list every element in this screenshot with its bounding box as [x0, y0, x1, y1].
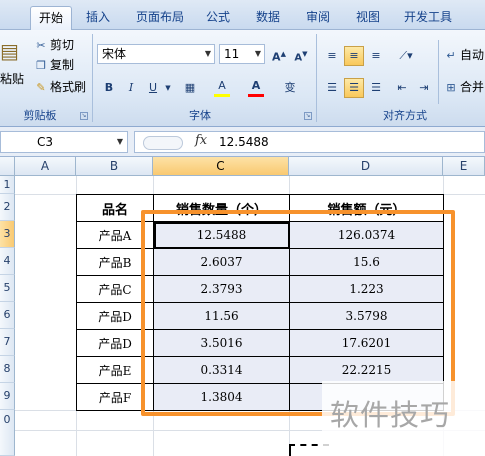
- select-all-corner[interactable]: [0, 157, 15, 176]
- ribbon: ▤ 粘贴 ✂ 剪切 ❐ 复制 ✎ 格式刷 剪贴板 ↘ 宋体 ▼ 11 ▼ A▲ A▼ B …: [0, 30, 485, 127]
- name-box-value: C3: [37, 135, 54, 149]
- row-header[interactable]: 7: [0, 329, 15, 356]
- merge-center-button[interactable]: ⊞ 合并: [444, 78, 484, 97]
- align-middle-icon[interactable]: ≡: [344, 46, 364, 66]
- tab-review[interactable]: 审阅: [298, 6, 338, 30]
- group-divider: [316, 34, 317, 122]
- row-header[interactable]: 0: [0, 410, 15, 456]
- format-painter-label: 格式刷: [50, 80, 87, 94]
- align-center-icon[interactable]: ☰: [344, 78, 364, 98]
- row-header[interactable]: 3: [0, 221, 15, 248]
- font-color-button[interactable]: A: [246, 76, 266, 96]
- bold-button[interactable]: B: [99, 78, 119, 98]
- row-header[interactable]: 8: [0, 356, 15, 383]
- font-size-value: 11: [224, 47, 240, 61]
- font-launcher-icon[interactable]: ↘: [304, 112, 312, 120]
- format-painter-button[interactable]: ✎ 格式刷: [34, 78, 86, 97]
- row-header[interactable]: 9: [0, 383, 15, 410]
- group-divider: [438, 40, 439, 104]
- borders-icon[interactable]: ▦: [180, 78, 200, 98]
- scissors-icon: ✂: [36, 39, 46, 52]
- tab-insert[interactable]: 插入: [78, 6, 118, 30]
- formula-resize-handle[interactable]: [143, 136, 183, 150]
- formula-input-area[interactable]: fx 12.5488: [134, 131, 485, 153]
- tab-home[interactable]: 开始: [30, 6, 72, 30]
- grow-font-button[interactable]: A▲: [269, 44, 289, 64]
- wrap-text-label: 自动: [460, 48, 485, 62]
- tab-page-layout[interactable]: 页面布局: [128, 6, 192, 30]
- fill-color-button[interactable]: A: [212, 76, 232, 96]
- brush-icon: ✎: [36, 81, 46, 94]
- watermark: 软件技巧: [330, 398, 451, 432]
- clipboard-group-label: 剪贴板: [23, 109, 57, 122]
- phonetic-button[interactable]: 变: [280, 78, 300, 98]
- copy-icon: ❐: [36, 59, 46, 72]
- align-top-icon[interactable]: ≡: [322, 46, 342, 66]
- paste-button[interactable]: 粘贴: [0, 70, 24, 88]
- grow-font-label: A: [272, 50, 281, 64]
- shrink-font-button[interactable]: A▼: [291, 44, 311, 64]
- merge-label: 合并: [460, 80, 485, 94]
- ribbon-tab-bar: 开始 插入 页面布局 公式 数据 审阅 视图 开发工具: [0, 0, 485, 30]
- font-color-swatch: [248, 94, 264, 97]
- column-header-e[interactable]: E: [443, 157, 485, 176]
- row-header[interactable]: 6: [0, 302, 15, 329]
- copy-label: 复制: [50, 58, 75, 72]
- decrease-indent-icon[interactable]: ⇤: [392, 78, 412, 98]
- row-header[interactable]: 1: [0, 176, 15, 194]
- align-right-icon[interactable]: ☰: [366, 78, 386, 98]
- fill-bucket-icon: A: [218, 79, 226, 92]
- row-header[interactable]: 2: [0, 194, 15, 221]
- column-header-c[interactable]: C: [153, 157, 289, 176]
- align-left-icon[interactable]: ☰: [322, 78, 342, 98]
- font-size-select[interactable]: 11 ▼: [219, 44, 265, 64]
- column-header-b[interactable]: B: [76, 157, 153, 176]
- wrap-text-icon: ↵: [446, 49, 456, 62]
- tab-view[interactable]: 视图: [348, 6, 388, 30]
- alignment-group-label: 对齐方式: [383, 109, 427, 122]
- cut-label: 剪切: [50, 38, 75, 52]
- row-header[interactable]: 4: [0, 248, 15, 275]
- font-name-select[interactable]: 宋体 ▼: [97, 44, 215, 64]
- increase-indent-icon[interactable]: ⇥: [414, 78, 434, 98]
- chevron-down-icon: ▼: [204, 49, 212, 58]
- row-header[interactable]: 5: [0, 275, 15, 302]
- cut-button[interactable]: ✂ 剪切: [34, 36, 74, 55]
- chevron-down-icon[interactable]: ▼: [163, 78, 173, 98]
- tab-developer[interactable]: 开发工具: [395, 6, 461, 30]
- font-group-label: 字体: [189, 109, 211, 122]
- font-name-value: 宋体: [102, 47, 127, 61]
- chevron-down-icon: ▼: [254, 49, 262, 58]
- merge-icon: ⊞: [446, 81, 456, 94]
- formula-input[interactable]: 12.5488: [219, 132, 269, 152]
- orientation-icon[interactable]: ⟋▾: [392, 46, 420, 66]
- shrink-font-label: A: [294, 52, 303, 64]
- insert-function-icon[interactable]: fx: [195, 133, 207, 148]
- clipboard-launcher-icon[interactable]: ↘: [80, 112, 88, 120]
- group-divider: [92, 34, 93, 122]
- paste-icon[interactable]: ▤: [0, 41, 19, 61]
- column-header-a[interactable]: A: [15, 157, 76, 176]
- name-box[interactable]: C3 ▼: [0, 131, 128, 153]
- font-color-icon: A: [251, 79, 261, 92]
- align-bottom-icon[interactable]: ≡: [366, 46, 386, 66]
- tab-data[interactable]: 数据: [248, 6, 288, 30]
- chevron-down-icon: ▼: [116, 137, 123, 146]
- wrap-text-button[interactable]: ↵ 自动: [444, 46, 484, 65]
- formula-bar: C3 ▼ fx 12.5488: [0, 127, 485, 157]
- underline-button[interactable]: U: [143, 78, 163, 98]
- italic-button[interactable]: I: [121, 78, 141, 98]
- column-header-d[interactable]: D: [289, 157, 443, 176]
- tab-formulas[interactable]: 公式: [198, 6, 238, 30]
- copy-button[interactable]: ❐ 复制: [34, 56, 74, 75]
- fill-color-swatch: [214, 94, 230, 97]
